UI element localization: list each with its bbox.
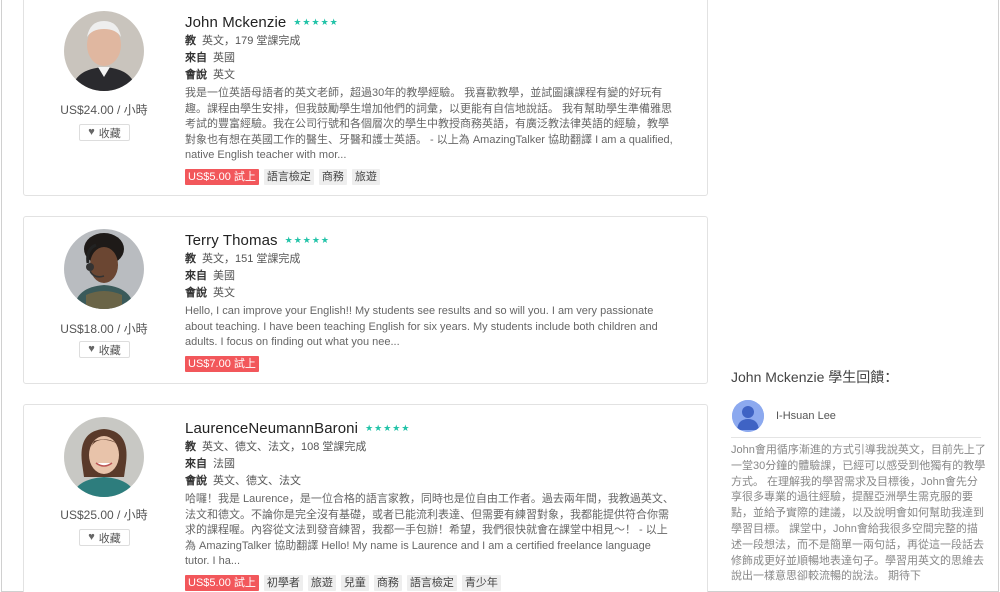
teacher-name[interactable]: John Mckenzie	[185, 14, 286, 31]
speaks-value: 英文、德文、法文	[213, 475, 301, 487]
tag: 語言檢定	[263, 168, 314, 185]
rating-stars-icon: ★★★★★	[293, 16, 339, 27]
review-title: John Mckenzie 學生回饋：	[731, 369, 899, 385]
review-text: John會用循序漸進的方式引導我說英文，目前先上了一堂30分鐘的體驗課，已經可以…	[731, 444, 986, 583]
from-row: 來自 美國	[185, 268, 685, 285]
tag: 兒童	[340, 574, 369, 591]
tag: 商務	[373, 574, 402, 591]
favorite-button[interactable]: ♥ 收藏	[79, 124, 130, 141]
rating-stars-icon: ★★★★★	[365, 422, 411, 433]
from-value: 法國	[213, 458, 235, 470]
teacher-name[interactable]: Terry Thomas	[185, 232, 278, 249]
teacher-avatar[interactable]	[64, 229, 144, 309]
teacher-card[interactable]: US$18.00 / 小時 ♥ 收藏 Terry Thomas ★★★★★ 教英…	[23, 216, 708, 384]
teacher-card[interactable]: US$25.00 / 小時 ♥ 收藏 LaurenceNeumannBaroni…	[23, 404, 708, 592]
hourly-price: US$24.00 / 小時	[60, 103, 148, 117]
rating-stars-icon: ★★★★★	[284, 234, 330, 245]
heart-icon: ♥	[88, 126, 95, 138]
from-label: 來自	[185, 52, 207, 64]
trial-price-badge[interactable]: US$5.00 試上	[185, 168, 259, 185]
tag: 商務	[318, 168, 347, 185]
from-label: 來自	[185, 458, 207, 470]
teaches-label: 教	[185, 35, 196, 47]
heart-icon: ♥	[88, 531, 95, 543]
speaks-label: 會說	[185, 287, 207, 299]
from-value: 英國	[213, 52, 235, 64]
tag: 青少年	[461, 574, 501, 591]
teaches-row: 教英文，179 堂課完成	[185, 33, 685, 50]
teaches-row: 教英文，151 堂課完成	[185, 251, 685, 268]
speaks-label: 會說	[185, 475, 207, 487]
teaches-label: 教	[185, 441, 196, 453]
teacher-description: 我是一位英語母語者的英文老師，超過30年的教學經驗。 我喜歡教學，並試圖讓課程有…	[185, 87, 673, 162]
heart-icon: ♥	[88, 343, 95, 355]
favorite-button[interactable]: ♥ 收藏	[79, 529, 130, 546]
tag: 旅遊	[351, 168, 380, 185]
from-row: 來自 英國	[185, 50, 685, 67]
speaks-row: 會說 英文	[185, 67, 685, 84]
speaks-value: 英文	[213, 69, 235, 81]
from-label: 來自	[185, 270, 207, 282]
teacher-card[interactable]: US$24.00 / 小時 ♥ 收藏 John Mckenzie ★★★★★ 教…	[23, 0, 708, 196]
teaches-value: 英文，151 堂課完成	[202, 253, 301, 265]
favorite-label: 收藏	[98, 532, 121, 545]
reviewer-name: I-Hsuan Lee	[776, 410, 836, 422]
tag: 旅遊	[307, 574, 336, 591]
tag: 語言檢定	[406, 574, 457, 591]
teacher-avatar[interactable]	[64, 11, 144, 91]
from-row: 來自 法國	[185, 456, 685, 473]
hourly-price: US$25.00 / 小時	[60, 508, 148, 522]
favorite-button[interactable]: ♥ 收藏	[79, 341, 130, 358]
favorite-label: 收藏	[98, 127, 121, 140]
speaks-label: 會說	[185, 69, 207, 81]
from-value: 美國	[213, 270, 235, 282]
teaches-value: 英文、德文、法文，108 堂課完成	[202, 441, 367, 453]
teaches-label: 教	[185, 253, 196, 265]
trial-price-badge[interactable]: US$5.00 試上	[185, 574, 259, 591]
teacher-description: Hello, I can improve your English!! My s…	[185, 305, 658, 349]
tag-list: US$5.00 試上 初學者 旅遊 兒童 商務 語言檢定 青少年	[185, 574, 685, 591]
teaches-row: 教英文、德文、法文，108 堂課完成	[185, 439, 685, 456]
teaches-value: 英文，179 堂課完成	[202, 35, 301, 47]
tag-list: US$7.00 試上	[185, 355, 685, 372]
user-avatar-icon	[732, 400, 764, 432]
teacher-description: 哈囉！我是 Laurence，是一位合格的語言家教，同時也是位自由工作者。過去兩…	[185, 493, 674, 568]
tag-list: US$5.00 試上 語言檢定 商務 旅遊	[185, 168, 685, 185]
speaks-value: 英文	[213, 287, 235, 299]
teacher-avatar[interactable]	[64, 417, 144, 497]
teacher-name[interactable]: LaurenceNeumannBaroni	[185, 420, 358, 437]
speaks-row: 會說 英文	[185, 285, 685, 302]
divider	[731, 437, 981, 438]
speaks-row: 會說 英文、德文、法文	[185, 473, 685, 490]
hourly-price: US$18.00 / 小時	[60, 322, 148, 336]
trial-price-badge[interactable]: US$7.00 試上	[185, 355, 259, 372]
tag: 初學者	[263, 574, 303, 591]
favorite-label: 收藏	[98, 344, 121, 357]
